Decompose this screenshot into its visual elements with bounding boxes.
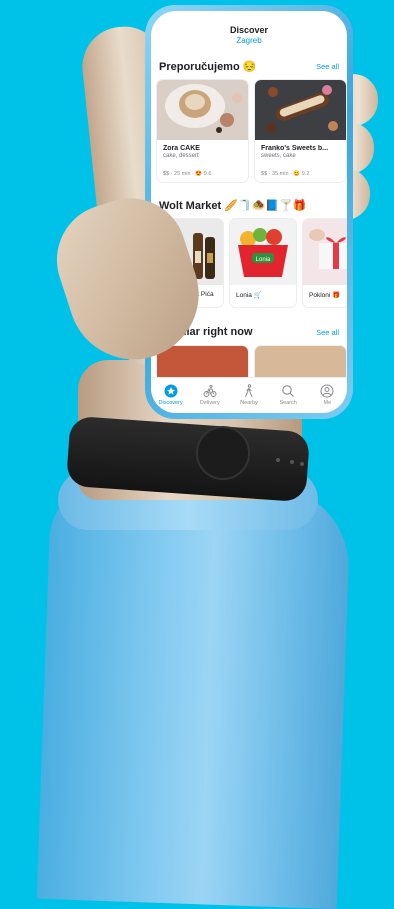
phone: Discover Zagreb Preporučujemo 😔 See all: [145, 5, 353, 419]
wristband-hole: [290, 460, 294, 464]
market-image: Lonia: [230, 219, 296, 285]
nav-nearby[interactable]: Nearby: [230, 384, 268, 406]
bottom-nav: Discovery Delivery Nearby Search Me: [151, 377, 347, 413]
nav-label: Me: [323, 400, 332, 406]
sleeve: [36, 478, 352, 909]
bike-icon: [203, 385, 217, 397]
wristband-clasp: [196, 426, 250, 480]
market-card[interactable]: Lonia Lonia 🛒: [229, 218, 297, 308]
section-title: Preporučujemo 😔: [159, 61, 257, 73]
nav-delivery[interactable]: Delivery: [191, 384, 229, 406]
market-image: [303, 219, 347, 285]
venue-card[interactable]: Zora CAKE cake, dessert $$ · 25 min · 😍 …: [156, 79, 249, 183]
venue-meta: $$ · 35 min · 😊 9.2: [261, 171, 310, 177]
see-all-link[interactable]: See all: [316, 62, 339, 71]
venue-category: sweets, cake: [261, 153, 296, 159]
svg-text:Lonia: Lonia: [256, 257, 271, 263]
see-all-link[interactable]: See all: [316, 328, 339, 337]
venue-name: Franko's Sweets b...: [261, 145, 329, 152]
venue-meta: $$ · 25 min · 😍 9.6: [163, 171, 212, 177]
wristband-hole: [300, 462, 304, 466]
venue-image: [255, 80, 346, 140]
venue-category: cake, dessert: [163, 153, 199, 159]
discovery-icon: [164, 384, 178, 398]
venue-image: [157, 80, 248, 140]
venue-name: Zora CAKE: [163, 145, 200, 152]
market-name: Pokloni 🎁: [309, 292, 341, 299]
phone-screen: Discover Zagreb Preporučujemo 😔 See all: [151, 11, 347, 413]
nav-me[interactable]: Me: [308, 384, 346, 406]
profile-icon: [320, 384, 334, 398]
section-title: Wolt Market 🥖🧻🧆📘🍸🎁: [159, 200, 307, 212]
nav-label: Search: [279, 400, 297, 406]
walking-icon: [245, 384, 253, 398]
page-title: Discover: [229, 25, 269, 35]
market-name: Lonia 🛒: [236, 292, 262, 299]
recommended-section: Preporučujemo 😔 See all Zora CAKE cake, …: [151, 60, 347, 183]
city-selector[interactable]: Zagreb: [151, 36, 347, 45]
venue-card[interactable]: Franko's Sweets b... sweets, cake $$ · 3…: [254, 79, 347, 183]
nav-label: Discovery: [158, 400, 183, 406]
app-header: Discover Zagreb: [151, 11, 347, 45]
nav-label: Nearby: [240, 400, 258, 406]
nav-discovery[interactable]: Discovery: [152, 384, 190, 406]
market-card[interactable]: Pokloni 🎁: [302, 218, 347, 308]
nav-search[interactable]: Search: [269, 384, 307, 406]
nav-label: Delivery: [199, 400, 220, 406]
wristband-hole: [276, 458, 280, 462]
search-icon: [282, 385, 295, 397]
